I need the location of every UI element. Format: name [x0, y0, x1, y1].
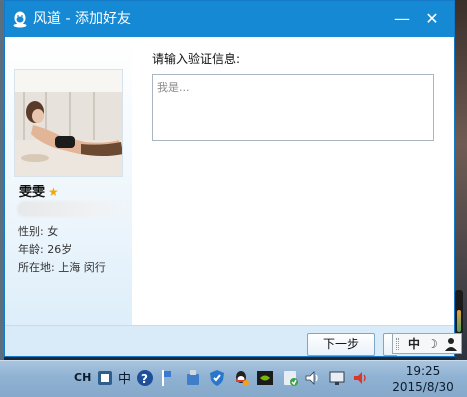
gender-text: 性别: 女	[18, 225, 59, 238]
speaker-icon[interactable]	[304, 369, 322, 387]
minimize-button[interactable]: —	[392, 9, 412, 29]
ime-zh-icon[interactable]: 中	[116, 369, 134, 387]
ime-status-bar[interactable]: 中 ☽	[392, 333, 462, 354]
add-friend-dialog: 风道 - 添加好友 — ✕ 雯雯 ★ 性别: 女 年龄: 26岁 所在地: 上海…	[4, 0, 455, 357]
app-logo-icon	[13, 11, 27, 28]
shield-icon[interactable]	[208, 369, 226, 387]
taskbar: CH 中 ? 19:25 2015/8/30	[0, 360, 467, 397]
age-text: 年龄: 26岁	[18, 243, 73, 256]
volume-icon[interactable]	[352, 369, 370, 387]
security-check-icon[interactable]	[282, 369, 300, 387]
taskbar-clock[interactable]: 19:25 2015/8/30	[383, 363, 463, 395]
ime-user-icon[interactable]	[445, 337, 457, 351]
drag-grip-icon[interactable]	[396, 338, 399, 350]
blurred-account-id	[17, 201, 135, 217]
language-indicator[interactable]: CH	[74, 370, 91, 386]
star-icon: ★	[48, 185, 59, 199]
verify-prompt: 请输入验证信息:	[152, 52, 241, 66]
svg-text:中: 中	[118, 372, 131, 387]
clock-date: 2015/8/30	[392, 380, 454, 394]
nickname-row: 雯雯 ★	[19, 183, 59, 201]
next-step-button[interactable]: 下一步	[307, 333, 375, 356]
nickname: 雯雯	[19, 185, 46, 200]
qq-icon[interactable]	[232, 369, 250, 387]
clock-time: 19:25	[405, 364, 441, 378]
ime-chinese-mode[interactable]: 中	[408, 336, 420, 352]
nvidia-icon[interactable]	[256, 369, 274, 387]
volume-meter	[455, 290, 463, 334]
profile-panel: 雯雯 ★ 性别: 女 年龄: 26岁 所在地: 上海 闵行	[5, 37, 135, 325]
help-icon[interactable]: ?	[136, 369, 154, 387]
ime-half-width-icon[interactable]: ☽	[427, 336, 438, 352]
usb-icon[interactable]	[184, 369, 202, 387]
keyboard-icon[interactable]	[96, 369, 114, 387]
display-icon[interactable]	[328, 369, 346, 387]
dialog-footer: 下一步	[5, 325, 454, 356]
title-bar[interactable]: 风道 - 添加好友 — ✕	[5, 1, 454, 37]
profile-photo	[14, 69, 123, 177]
location-text: 所在地: 上海 闵行	[18, 261, 106, 274]
volume-meter-fill	[457, 310, 461, 332]
close-button[interactable]: ✕	[422, 9, 442, 29]
network-flag-icon[interactable]	[158, 369, 176, 387]
svg-text:?: ?	[141, 372, 148, 386]
verification-message-input[interactable]	[152, 74, 434, 141]
window-title: 风道 - 添加好友	[33, 11, 131, 27]
